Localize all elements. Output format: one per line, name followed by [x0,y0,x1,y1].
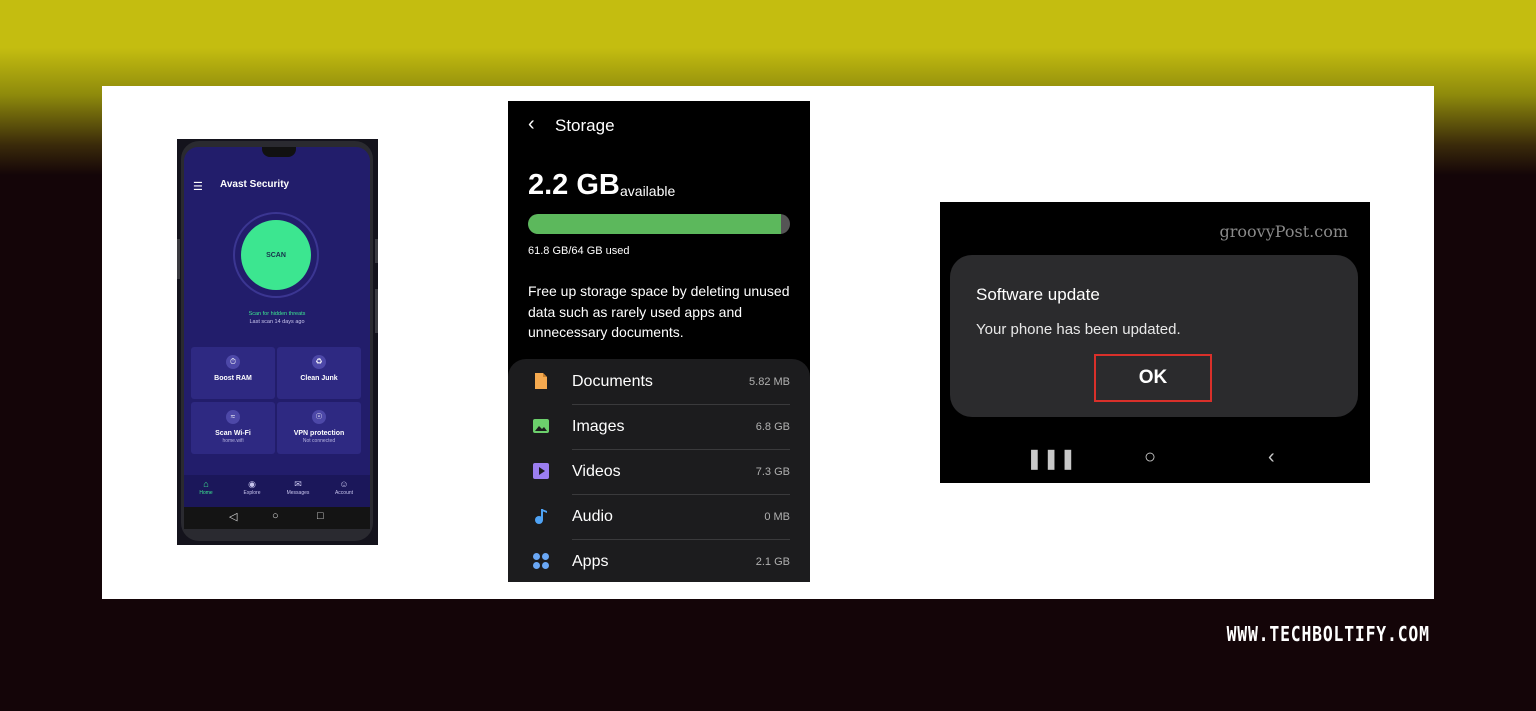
bottom-navigation: ⌂ Home ◉ Explore ✉ Messages ☺ Account [184,475,370,507]
home-circle-icon[interactable]: ○ [1144,446,1156,469]
document-icon [535,373,547,389]
category-row-apps[interactable]: Apps 2.1 GB [508,540,810,582]
tile-clean-junk[interactable]: ♻ Clean Junk [277,347,361,399]
back-chevron-icon[interactable]: ‹ [1268,446,1275,469]
storage-usage-bar [528,214,790,234]
chat-bubble-icon: ✉ [294,479,302,489]
storage-usage-fill [528,214,782,234]
ok-button-label: OK [1138,367,1168,388]
dialog-message: Your phone has been updated. [976,321,1181,338]
phone-side-button [375,289,378,333]
tile-label: Clean Junk [300,375,338,382]
category-row-documents[interactable]: Documents 5.82 MB [508,360,810,405]
category-name: Videos [572,463,621,480]
category-name: Audio [572,508,613,525]
wifi-icon: ≈ [226,410,240,424]
nav-messages[interactable]: ✉ Messages [278,479,318,496]
storage-category-list: Documents 5.82 MB Images 6.8 GB Videos 7… [508,359,810,582]
category-size: 6.8 GB [755,421,790,433]
tile-boost-ram[interactable]: ⏱ Boost RAM [191,347,275,399]
speedometer-icon: ⏱ [226,355,240,369]
tile-label: VPN protection [293,430,345,437]
available-label: available [620,183,676,199]
nav-label: Home [199,490,213,496]
category-size: 5.82 MB [749,376,790,388]
avast-screen: ☰ Avast Security SCAN Scan for hidden th… [184,147,370,507]
dialog-title: Software update [976,285,1100,304]
storage-screenshot: ‹ Storage 2.2 GB available 61.8 GB/64 GB… [508,101,810,582]
category-row-videos[interactable]: Videos 7.3 GB [508,450,810,495]
nav-home[interactable]: ⌂ Home [186,479,226,496]
globe-icon: ☉ [312,410,326,424]
available-value: 2.2 GB [528,169,620,201]
tile-label: Boost RAM [214,375,252,382]
back-triangle-icon[interactable]: ◁ [229,510,237,523]
scan-hint: Scan for hidden threats [248,311,306,317]
system-navigation-bar: ◁ ○ □ [184,507,370,529]
recents-square-icon[interactable]: □ [317,510,324,522]
tile-label: Scan Wi-Fi [215,430,251,437]
phone-side-button [177,239,180,279]
nav-label: Messages [286,490,310,496]
nav-label: Account [334,490,354,496]
category-size: 0 MB [764,511,790,523]
video-icon [533,463,549,479]
tile-scan-wifi[interactable]: ≈ Scan Wi-Fi home.wifi [191,402,275,454]
category-size: 7.3 GB [755,466,790,478]
phone-side-button [375,239,378,263]
category-row-audio[interactable]: Audio 0 MB [508,495,810,540]
site-watermark: WWW.TECHBOLTIFY.COM [1226,622,1430,646]
broom-icon: ♻ [312,355,326,369]
category-row-images[interactable]: Images 6.8 GB [508,405,810,450]
recents-bars-icon[interactable]: ❚❚❚ [1026,446,1076,471]
nav-explore[interactable]: ◉ Explore [232,479,272,496]
nav-account[interactable]: ☺ Account [324,479,364,496]
category-name: Apps [572,553,609,570]
used-text: 61.8 GB/64 GB used [528,245,630,257]
scan-button-label: SCAN [266,251,286,259]
home-icon: ⌂ [203,479,209,489]
avast-phone-screenshot: ☰ Avast Security SCAN Scan for hidden th… [177,139,378,545]
source-watermark: groovyPost.com [1219,222,1348,241]
compass-icon: ◉ [248,479,256,489]
camera-notch [262,147,296,157]
tile-sub: home.wifi [222,438,244,444]
tile-vpn-protection[interactable]: ☉ VPN protection Not connected [277,402,361,454]
category-name: Documents [572,373,653,390]
software-update-dialog: Software update Your phone has been upda… [950,255,1358,417]
last-scan-text: Last scan 14 days ago [249,319,305,325]
category-name: Images [572,418,625,435]
music-note-icon [535,509,547,524]
storage-title: Storage [555,116,615,135]
ok-button[interactable]: OK [1094,354,1212,402]
category-size: 2.1 GB [755,556,790,568]
app-title: Avast Security [220,179,290,190]
storage-description: Free up storage space by deleting unused… [528,283,790,340]
person-icon: ☺ [339,479,349,489]
apps-grid-icon [533,553,549,569]
back-chevron-icon[interactable]: ‹ [528,113,535,136]
tile-sub: Not connected [302,438,336,444]
scan-button[interactable]: SCAN [241,220,311,290]
hamburger-menu-icon[interactable]: ☰ [193,180,203,193]
home-circle-icon[interactable]: ○ [272,510,279,522]
image-icon [533,419,549,433]
software-update-screenshot: groovyPost.com Software update Your phon… [940,202,1370,483]
nav-label: Explore [243,490,261,496]
